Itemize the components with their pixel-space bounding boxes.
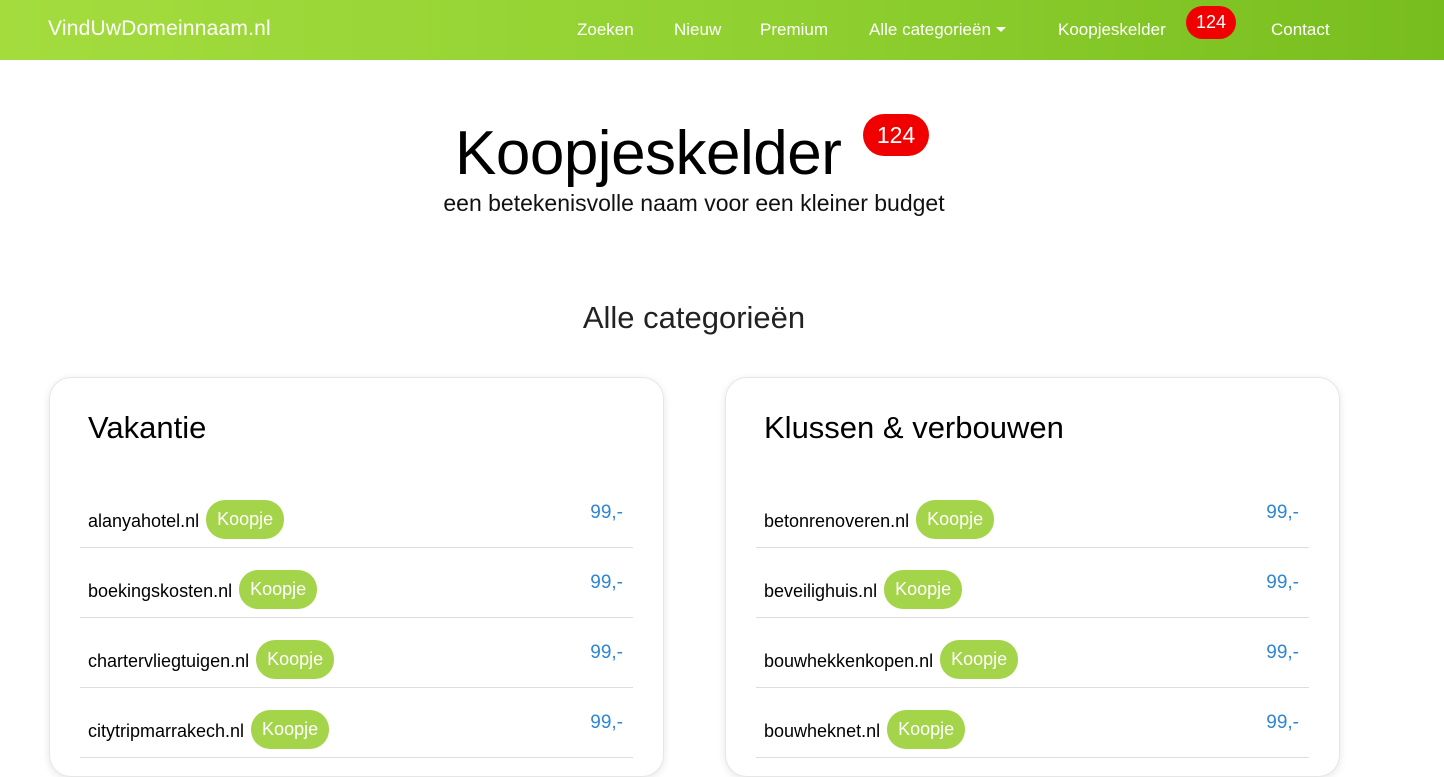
- nav-count-badge: 124: [1186, 6, 1236, 39]
- price-link[interactable]: 99,-: [1266, 712, 1299, 734]
- domain-name: bouwhekkenkopen.nl: [764, 650, 934, 671]
- koopje-badge: Koopje: [251, 710, 330, 749]
- price-link[interactable]: 99,-: [590, 712, 623, 734]
- domain-link[interactable]: chartervliegtuigen.nl Koopje: [88, 640, 335, 679]
- domain-link[interactable]: boekingskosten.nl Koopje: [88, 570, 318, 609]
- card-title: Klussen & verbouwen: [764, 410, 1064, 445]
- domain-list: betonrenoveren.nl Koopje 99,- beveilighui…: [756, 478, 1309, 758]
- page-title: Koopjeskelder: [455, 119, 842, 188]
- domain-link[interactable]: bouwhekkenkopen.nl Koopje: [764, 640, 1019, 679]
- domain-name: bouwheknet.nl: [764, 720, 881, 741]
- nav-link-premium[interactable]: Premium: [760, 20, 828, 40]
- list-item: bouwheknet.nl Koopje 99,-: [756, 688, 1309, 758]
- title-count-badge: 124: [863, 114, 929, 156]
- nav-link-contact[interactable]: Contact: [1271, 20, 1330, 40]
- price-link[interactable]: 99,-: [590, 572, 623, 594]
- list-item: beveilighuis.nl Koopje 99,-: [756, 548, 1309, 618]
- domain-name: boekingskosten.nl: [88, 580, 233, 601]
- domain-link[interactable]: alanyahotel.nl Koopje: [88, 500, 285, 539]
- koopje-badge: Koopje: [256, 640, 335, 679]
- domain-link[interactable]: betonrenoveren.nl Koopje: [764, 500, 995, 539]
- price-link[interactable]: 99,-: [1266, 642, 1299, 664]
- koopje-badge: Koopje: [206, 500, 285, 539]
- navbar: VindUwDomeinnaam.nl Zoeken Nieuw Premium…: [0, 0, 1444, 60]
- nav-link-koopjeskelder[interactable]: Koopjeskelder: [1058, 20, 1166, 40]
- caret-down-icon: [995, 27, 1006, 32]
- domain-name: chartervliegtuigen.nl: [88, 650, 250, 671]
- list-item: boekingskosten.nl Koopje 99,-: [80, 548, 633, 618]
- koopje-badge: Koopje: [887, 710, 966, 749]
- card-title: Vakantie: [88, 410, 207, 445]
- category-card-vakantie: Vakantie alanyahotel.nl Koopje 99,- boeki…: [49, 377, 664, 777]
- nav-dropdown-categorieen[interactable]: Alle categorieën: [869, 20, 1006, 40]
- domain-name: citytripmarrakech.nl: [88, 720, 245, 741]
- domain-name: beveilighuis.nl: [764, 580, 878, 601]
- page-subtitle: een betekenisvolle naam voor een kleiner…: [443, 190, 945, 216]
- price-link[interactable]: 99,-: [1266, 502, 1299, 524]
- domain-link[interactable]: citytripmarrakech.nl Koopje: [88, 710, 330, 749]
- section-title: Alle categorieën: [582, 300, 806, 335]
- list-item: betonrenoveren.nl Koopje 99,-: [756, 478, 1309, 548]
- price-link[interactable]: 99,-: [590, 502, 623, 524]
- koopje-badge: Koopje: [916, 500, 995, 539]
- brand-link[interactable]: VindUwDomeinnaam.nl: [48, 17, 271, 41]
- koopje-badge: Koopje: [940, 640, 1019, 679]
- list-item: alanyahotel.nl Koopje 99,-: [80, 478, 633, 548]
- domain-link[interactable]: bouwheknet.nl Koopje: [764, 710, 966, 749]
- list-item: bouwhekkenkopen.nl Koopje 99,-: [756, 618, 1309, 688]
- domain-name: alanyahotel.nl: [88, 510, 200, 531]
- price-link[interactable]: 99,-: [590, 642, 623, 664]
- nav-dropdown-label: Alle categorieën: [869, 20, 991, 39]
- koopje-badge: Koopje: [884, 570, 963, 609]
- nav-link-nieuw[interactable]: Nieuw: [674, 20, 721, 40]
- list-item: citytripmarrakech.nl Koopje 99,-: [80, 688, 633, 758]
- domain-name: betonrenoveren.nl: [764, 510, 910, 531]
- domain-list: alanyahotel.nl Koopje 99,- boekingskosten…: [80, 478, 633, 758]
- koopje-badge: Koopje: [239, 570, 318, 609]
- category-card-klussen: Klussen & verbouwen betonrenoveren.nl Koo…: [725, 377, 1340, 777]
- price-link[interactable]: 99,-: [1266, 572, 1299, 594]
- list-item: chartervliegtuigen.nl Koopje 99,-: [80, 618, 633, 688]
- nav-link-zoeken[interactable]: Zoeken: [577, 20, 634, 40]
- domain-link[interactable]: beveilighuis.nl Koopje: [764, 570, 963, 609]
